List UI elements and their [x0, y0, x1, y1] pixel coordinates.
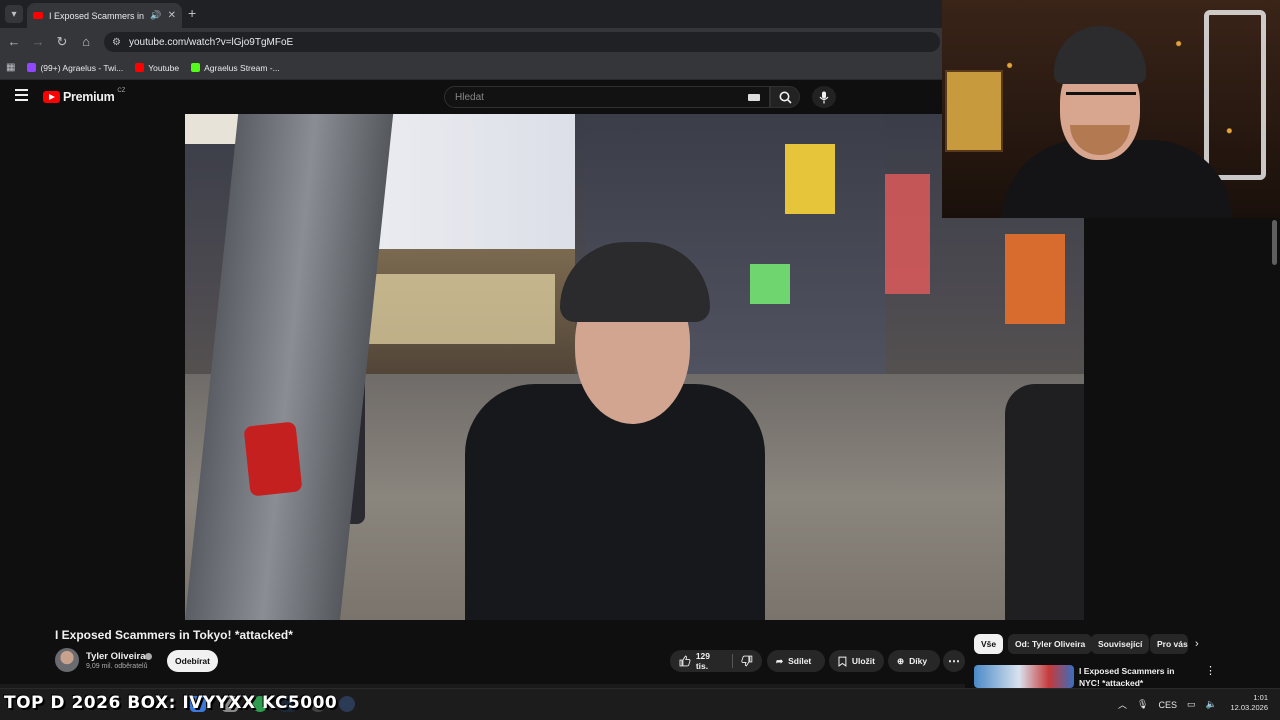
- tray-chevron-up-icon[interactable]: ︿: [1118, 698, 1127, 711]
- channel-name[interactable]: Tyler Oliveira: [86, 651, 146, 662]
- tab-close-icon[interactable]: ✕: [168, 10, 176, 21]
- bookmark-label: Agraelus Stream -...: [204, 62, 280, 73]
- bookmark-label: Youtube: [148, 62, 180, 73]
- speaker-icon[interactable]: 🔊: [150, 10, 161, 21]
- keyboard-icon[interactable]: [748, 94, 760, 101]
- webcam-streamer-glasses: [1066, 92, 1136, 110]
- tab-title: I Exposed Scammers in Tokyo! *attacked*: [49, 10, 145, 21]
- voice-search-button[interactable]: [812, 86, 836, 108]
- bookmarks-bar: ▦ (99+) Agraelus - Twi... Youtube Agrael…: [0, 56, 942, 80]
- browser-tab[interactable]: I Exposed Scammers in Tokyo! *attacked* …: [27, 3, 182, 28]
- chip-related[interactable]: Související: [1091, 634, 1150, 654]
- site-info-icon[interactable]: ⚙: [112, 37, 121, 48]
- tray-microphone-icon[interactable]: 🎙: [1137, 699, 1148, 710]
- language-indicator[interactable]: CES: [1158, 700, 1177, 710]
- video-host: [465, 184, 785, 620]
- microphone-icon: [819, 91, 829, 103]
- video-host-cap: [560, 242, 710, 322]
- thanks-icon: ⊕: [897, 655, 905, 666]
- recommendation-thumbnail[interactable]: [974, 665, 1074, 688]
- channel-avatar[interactable]: [55, 648, 79, 672]
- taskbar-app-icon[interactable]: [339, 696, 355, 712]
- share-icon: ➦: [776, 655, 784, 666]
- region-code: CZ: [117, 88, 126, 94]
- bookmark-youtube[interactable]: Youtube: [135, 63, 179, 73]
- logo-text: Premium: [63, 90, 115, 104]
- video-pedestrian: [1005, 384, 1084, 620]
- clock-time: 1:01: [1253, 693, 1268, 702]
- apps-grid-icon[interactable]: ▦: [6, 62, 15, 73]
- thanks-button[interactable]: ⊕ Díky: [888, 650, 940, 672]
- share-button[interactable]: ➦ Sdílet: [767, 650, 825, 672]
- address-url: youtube.com/watch?v=lGjo9TgMFoE: [128, 36, 294, 48]
- secondary-column: [1084, 218, 1280, 620]
- search-icon: [779, 91, 792, 104]
- hamburger-menu-icon[interactable]: [15, 89, 28, 101]
- video-title: I Exposed Scammers in Tokyo! *attacked*: [55, 628, 293, 642]
- scrollbar-thumb[interactable]: [1272, 220, 1277, 265]
- like-icon[interactable]: [679, 655, 691, 667]
- new-tab-button[interactable]: +: [188, 5, 196, 21]
- more-actions-icon[interactable]: ⋯: [943, 650, 965, 672]
- page-scrollbar[interactable]: [1271, 218, 1279, 688]
- dislike-icon[interactable]: [741, 655, 753, 667]
- video-neon-sign: [885, 174, 930, 294]
- address-bar[interactable]: ⚙ youtube.com/watch?v=lGjo9TgMFoE: [104, 32, 940, 52]
- back-icon[interactable]: ←: [6, 34, 22, 49]
- youtube-play-icon: [43, 91, 60, 103]
- taskbar-clock[interactable]: 1:01 12.03.2026: [1226, 693, 1268, 713]
- search-input[interactable]: Hledat: [444, 86, 770, 108]
- subscriber-count: 9,09 mil. odběratelů: [86, 663, 148, 670]
- bookmark-icon: [838, 656, 847, 667]
- chip-from-channel[interactable]: Od: Tyler Oliveira: [1008, 634, 1093, 654]
- bookmark-kick[interactable]: Agraelus Stream -...: [191, 63, 280, 73]
- streamer-webcam: [942, 0, 1280, 218]
- youtube-favicon-icon: [33, 12, 43, 19]
- stream-promo-overlay: TOP D 2026 BOX: IVYYXX KC5000: [4, 693, 338, 713]
- like-dislike-group: 129 tis.: [670, 650, 762, 672]
- recommendation-more-icon[interactable]: ⋮: [1205, 664, 1216, 677]
- bookmark-label: (99+) Agraelus - Twi...: [40, 62, 124, 73]
- system-tray: ︿ 🎙 CES ▭ 🔈: [1118, 698, 1217, 711]
- recommendation-title[interactable]: I Exposed Scammers in NYC! *attacked*: [1079, 665, 1194, 689]
- tab-search-dropdown-icon[interactable]: ▾: [5, 5, 23, 23]
- chip-for-you[interactable]: Pro vás: [1150, 634, 1188, 654]
- bookmark-twitch[interactable]: (99+) Agraelus - Twi...: [27, 63, 123, 73]
- clock-date: 12.03.2026: [1230, 703, 1268, 712]
- video-neon-sign: [1005, 234, 1065, 324]
- video-sticker: [243, 421, 303, 497]
- subscribe-button[interactable]: Odebírat: [167, 650, 218, 672]
- volume-icon[interactable]: 🔈: [1205, 699, 1216, 710]
- forward-icon[interactable]: →: [30, 34, 46, 49]
- save-label: Uložit: [851, 656, 875, 666]
- save-button[interactable]: Uložit: [829, 650, 884, 672]
- like-divider: [732, 654, 734, 668]
- like-count[interactable]: 129 tis.: [696, 651, 724, 671]
- reload-icon[interactable]: ↻: [54, 34, 70, 50]
- video-neon-sign: [785, 144, 835, 214]
- twitch-icon: [27, 63, 37, 72]
- youtube-icon: [135, 63, 145, 72]
- youtube-premium-logo[interactable]: Premium CZ: [43, 88, 126, 104]
- kick-icon: [191, 63, 201, 72]
- webcam-chair: [1204, 10, 1266, 180]
- network-icon[interactable]: ▭: [1187, 699, 1196, 710]
- verified-badge-icon: [145, 653, 152, 660]
- chevron-right-icon[interactable]: ›: [1195, 638, 1199, 650]
- home-icon[interactable]: ⌂: [78, 34, 94, 49]
- webcam-poster: [945, 70, 1003, 152]
- search-button[interactable]: [770, 86, 800, 108]
- chip-all[interactable]: Vše: [974, 634, 1004, 654]
- thanks-label: Díky: [909, 656, 928, 666]
- share-label: Sdílet: [788, 656, 812, 666]
